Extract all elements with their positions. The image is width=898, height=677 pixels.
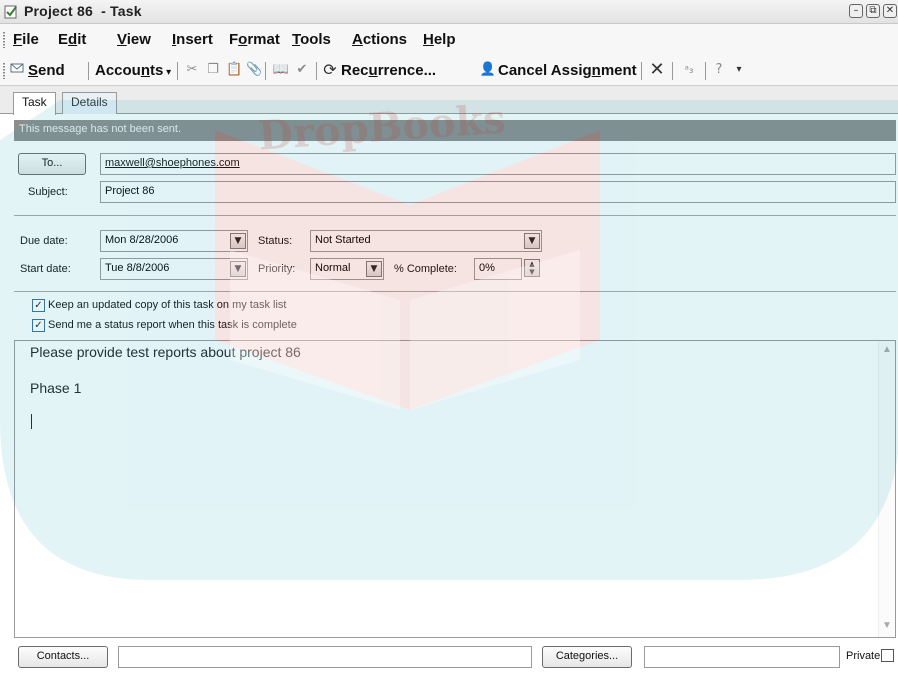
attach-icon[interactable]: 📎 bbox=[246, 62, 262, 78]
priority-label: Priority: bbox=[258, 263, 296, 275]
to-field[interactable]: maxwell@shoephones.com bbox=[100, 153, 896, 175]
categories-field[interactable] bbox=[644, 646, 840, 668]
contacts-button-label: Contacts... bbox=[36, 650, 90, 662]
minimize-button[interactable]: – bbox=[849, 4, 863, 18]
send-envelope-icon bbox=[10, 62, 24, 78]
recurrence-icon: ⟳ bbox=[323, 60, 337, 79]
status-dropdown-icon[interactable]: ▼ bbox=[524, 233, 540, 249]
body-scrollbar[interactable]: ▲ ▼ bbox=[878, 341, 895, 637]
categories-button-label: Categories... bbox=[555, 650, 619, 662]
accounts-button[interactable]: Accounts ▾ bbox=[95, 62, 171, 79]
paste-icon[interactable]: 📋 bbox=[226, 62, 242, 78]
percent-complete-input[interactable]: 0% bbox=[474, 258, 522, 280]
toolbar-separator bbox=[705, 62, 706, 80]
due-date-label: Due date: bbox=[20, 235, 68, 247]
status-report-label: Send me a status report when this task i… bbox=[48, 319, 297, 331]
categories-button[interactable]: Categories... bbox=[542, 646, 632, 668]
start-date-value: Tue 8/8/2006 bbox=[105, 262, 170, 274]
tab-details[interactable]: Details bbox=[62, 92, 117, 114]
cut-icon[interactable]: ✂ bbox=[184, 62, 200, 78]
check-names-icon[interactable]: ✔ bbox=[293, 62, 311, 78]
private-label: Private bbox=[846, 650, 881, 662]
subject-label: Subject: bbox=[28, 186, 68, 198]
copy-icon[interactable]: ❐ bbox=[205, 62, 221, 78]
status-report-checkbox[interactable]: ✓ bbox=[32, 319, 45, 332]
toolbar-separator bbox=[316, 62, 317, 80]
overflow-icon[interactable]: ▾ bbox=[734, 62, 744, 78]
toolbar-separator bbox=[641, 62, 642, 80]
spelling-icon[interactable]: ᵃ₃ bbox=[678, 62, 700, 78]
to-button[interactable]: To... bbox=[18, 153, 86, 175]
menu-grip[interactable] bbox=[3, 32, 5, 48]
percent-complete-label: % Complete: bbox=[394, 263, 457, 275]
contacts-field[interactable] bbox=[118, 646, 532, 668]
text-cursor bbox=[31, 414, 32, 429]
body-line: Phase 1 bbox=[30, 380, 82, 396]
start-date-field[interactable]: Tue 8/8/2006 bbox=[100, 258, 248, 280]
menu-edit[interactable]: Edit bbox=[58, 31, 86, 48]
window-title: Project 86 - Task bbox=[24, 3, 142, 19]
tab-task[interactable]: Task bbox=[13, 92, 56, 115]
task-body-editor[interactable]: Please provide test reports about projec… bbox=[14, 340, 896, 638]
scroll-up-icon[interactable]: ▲ bbox=[880, 344, 894, 358]
send-button[interactable]: Send bbox=[28, 62, 65, 79]
menu-file[interactable]: File bbox=[13, 31, 39, 48]
restore-button[interactable]: ⧉ bbox=[866, 4, 880, 18]
menu-tools[interactable]: Tools bbox=[292, 31, 331, 48]
status-label: Status: bbox=[258, 235, 293, 247]
subject-input[interactable]: Project 86 bbox=[100, 181, 896, 203]
menu-bar: File Edit View Insert Format Tools Actio… bbox=[0, 24, 898, 54]
body-line: Please provide test reports about projec… bbox=[30, 344, 301, 360]
toolbar-separator bbox=[177, 62, 178, 80]
start-date-dropdown-icon[interactable]: ▼ bbox=[230, 261, 246, 277]
section-divider bbox=[14, 215, 896, 216]
keep-copy-label: Keep an updated copy of this task on my … bbox=[48, 299, 287, 311]
cancel-assignment-icon: 👤 bbox=[479, 62, 497, 77]
toolbar-separator bbox=[88, 62, 89, 80]
standard-toolbar: Send Accounts ▾ ✂ ❐ 📋 📎 📖 ✔ ⟳ Recurrence… bbox=[0, 54, 898, 86]
priority-dropdown-icon[interactable]: ▼ bbox=[366, 261, 382, 277]
close-button[interactable]: ✕ bbox=[883, 4, 897, 18]
help-icon[interactable]: ? bbox=[711, 62, 727, 78]
toolbar-grip[interactable] bbox=[3, 63, 5, 79]
recurrence-button[interactable]: Recurrence... bbox=[341, 62, 436, 79]
due-date-value: Mon 8/28/2006 bbox=[105, 234, 179, 246]
address-book-icon[interactable]: 📖 bbox=[272, 62, 290, 78]
menu-format[interactable]: Format bbox=[229, 31, 280, 48]
status-value: Not Started bbox=[315, 234, 371, 246]
title-bar: Project 86 - Task – ⧉ ✕ bbox=[0, 0, 898, 24]
recipient-address: maxwell@shoephones.com bbox=[105, 157, 240, 169]
toolbar-separator bbox=[672, 62, 673, 80]
tab-strip: Task Details bbox=[0, 86, 898, 115]
start-date-label: Start date: bbox=[20, 263, 71, 275]
cancel-assignment-button[interactable]: Cancel Assignment bbox=[498, 62, 637, 79]
priority-value: Normal bbox=[315, 262, 351, 274]
menu-actions[interactable]: Actions bbox=[352, 31, 407, 48]
delete-icon[interactable]: ✕ bbox=[648, 61, 666, 79]
percent-complete-spinner-icon[interactable]: ▲ ▼ bbox=[524, 259, 540, 277]
due-date-dropdown-icon[interactable]: ▼ bbox=[230, 233, 246, 249]
due-date-field[interactable]: Mon 8/28/2006 bbox=[100, 230, 248, 252]
private-checkbox[interactable] bbox=[881, 649, 894, 662]
keep-copy-checkbox[interactable]: ✓ bbox=[32, 299, 45, 312]
menu-view[interactable]: View bbox=[117, 31, 151, 48]
status-select[interactable]: Not Started bbox=[310, 230, 542, 252]
task-window-icon bbox=[4, 4, 18, 19]
menu-insert[interactable]: Insert bbox=[172, 31, 213, 48]
toolbar-separator bbox=[265, 62, 266, 80]
scroll-down-icon[interactable]: ▼ bbox=[880, 620, 894, 634]
section-divider bbox=[14, 291, 896, 292]
info-bar: This message has not been sent. bbox=[14, 120, 896, 141]
contacts-button[interactable]: Contacts... bbox=[18, 646, 108, 668]
menu-help[interactable]: Help bbox=[423, 31, 456, 48]
